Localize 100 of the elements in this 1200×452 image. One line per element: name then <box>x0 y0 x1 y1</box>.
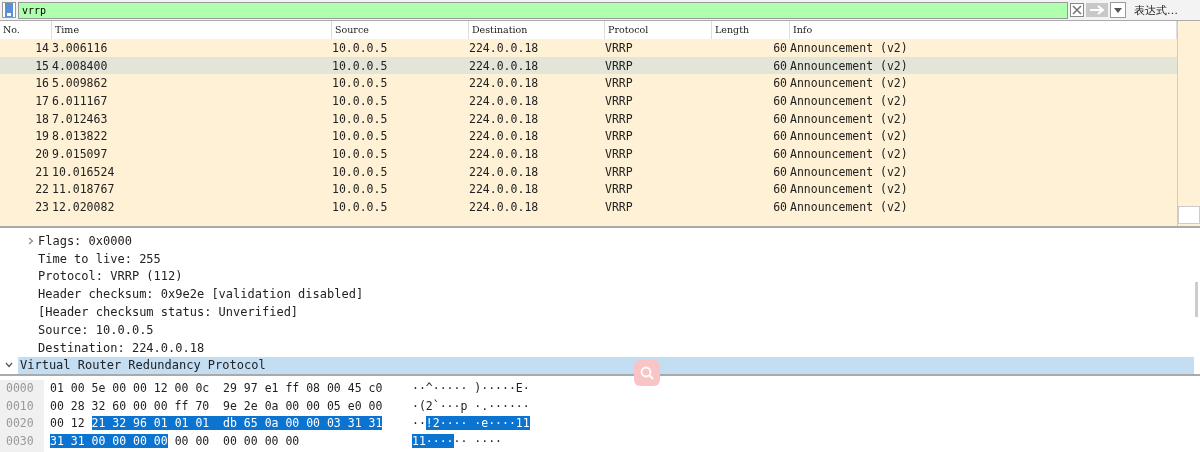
clear-icon[interactable] <box>1070 2 1084 18</box>
byte-offset: 0010 <box>6 397 35 415</box>
tree-item[interactable]: [Header checksum status: Unverified] <box>0 303 1194 321</box>
table-cell-text: 12.020082 <box>52 200 116 215</box>
table-cell-text: 10.0.0.5 <box>332 182 389 197</box>
table-cell-text: 60 <box>772 164 788 179</box>
table-cell-text: 10.0.0.5 <box>332 164 389 179</box>
table-cell-text: 10.0.0.5 <box>332 76 389 91</box>
dropdown-icon[interactable] <box>1110 2 1126 18</box>
table-cell-text: Announcement (v2) <box>790 93 909 108</box>
expression-button[interactable]: 表达式… <box>1128 1 1184 19</box>
ascii-bytes[interactable]: !2···· ·e····11 <box>425 416 530 430</box>
byte-offset: 0000 <box>6 380 35 397</box>
table-cell-text: 224.0.0.18 <box>469 129 540 144</box>
table-cell-text: 22 <box>34 182 50 197</box>
hex-bytes[interactable]: 00 12 <box>50 416 92 430</box>
table-cell-text: 23 <box>34 200 50 215</box>
table-cell-text: 18 <box>34 111 50 126</box>
table-cell-text: 10.0.0.5 <box>332 40 389 55</box>
tree-item[interactable]: Flags: 0x0000 <box>0 232 1194 250</box>
table-cell-text: 60 <box>772 58 788 73</box>
table-cell-text: Announcement (v2) <box>790 58 909 73</box>
table-cell-text: 16 <box>34 76 50 91</box>
table-cell-text: VRRP <box>605 164 634 179</box>
table-cell-text: 10.0.0.5 <box>332 129 389 144</box>
table-cell-text: 60 <box>772 129 788 144</box>
table-cell-text: VRRP <box>605 58 634 73</box>
table-cell-text: Announcement (v2) <box>790 40 909 55</box>
tree-item[interactable]: Virtual Router Redundancy Protocol <box>18 356 1194 375</box>
table-cell-text: 60 <box>772 182 788 197</box>
table-cell-text: 5.009862 <box>52 76 109 91</box>
table-cell-text: 3.006116 <box>52 40 109 55</box>
table-cell-text: 14 <box>34 40 50 55</box>
table-cell-text: 10.0.0.5 <box>332 200 389 215</box>
table-cell-text: 10.0.0.5 <box>332 111 389 126</box>
tree-item[interactable]: Source: 10.0.0.5 <box>0 321 1194 339</box>
table-cell-text: 7.012463 <box>52 111 109 126</box>
table-cell-text: 20 <box>34 146 50 161</box>
tree-item[interactable]: Destination: 224.0.0.18 <box>0 338 1194 357</box>
table-cell-text: 19 <box>34 129 50 144</box>
tree-item[interactable]: Time to live: 255 <box>0 249 1194 268</box>
table-cell-text: Announcement (v2) <box>790 111 909 126</box>
table-cell-text: 60 <box>772 146 788 161</box>
tree-item[interactable]: Protocol: VRRP (112) <box>0 267 1194 286</box>
hex-bytes[interactable]: 00 28 32 60 00 00 ff 70 9e 2e 0a 00 00 05 e0 00 <box>50 398 383 413</box>
table-cell-text: 8.013822 <box>52 129 109 144</box>
table-cell-text: Announcement (v2) <box>790 164 909 179</box>
table-cell-text: 10.0.0.5 <box>332 93 389 108</box>
table-cell-text: VRRP <box>605 200 634 215</box>
table-cell-text: 10.0.0.5 <box>332 146 389 161</box>
table-cell-text: 11.018767 <box>52 182 116 197</box>
hex-bytes[interactable]: 00 00 00 00 00 00 <box>167 433 300 448</box>
table-cell-text: 224.0.0.18 <box>469 182 540 197</box>
table-cell-text: 21 <box>34 164 50 179</box>
table-cell-text: 224.0.0.18 <box>469 58 540 73</box>
hex-bytes[interactable]: 01 00 5e 00 00 12 00 0c 29 97 e1 ff 08 00 45 c0 <box>50 381 383 395</box>
bookmark-icon[interactable] <box>2 2 16 18</box>
table-cell-text: VRRP <box>605 129 634 144</box>
table-cell-text: 224.0.0.18 <box>469 93 540 108</box>
filter-field[interactable]: vrrp <box>18 1 1068 19</box>
ascii-bytes[interactable]: ··^····· )·····E· <box>412 381 530 395</box>
table-cell-text: 60 <box>772 93 788 108</box>
ascii-bytes[interactable]: 11···· <box>412 433 454 448</box>
scrollbar-thumb[interactable] <box>1178 206 1200 224</box>
table-cell-text: 224.0.0.18 <box>469 76 540 91</box>
table-cell-text: 224.0.0.18 <box>469 40 540 55</box>
hex-bytes[interactable]: 31 31 00 00 00 00 <box>50 433 168 448</box>
table-cell-text: 17 <box>34 93 50 108</box>
table-cell-text: 6.011167 <box>52 93 109 108</box>
table-cell-text: 60 <box>772 40 788 55</box>
table-cell-text: 224.0.0.18 <box>469 111 540 126</box>
table-cell-text: Announcement (v2) <box>790 200 909 215</box>
table-cell-text: VRRP <box>605 40 634 55</box>
ascii-bytes[interactable]: ·(2`···p ·.······ <box>412 398 530 413</box>
ascii-bytes[interactable]: ·· <box>412 416 426 430</box>
table-cell-text: 10.0.0.5 <box>332 58 389 73</box>
table-cell-text: 60 <box>772 76 788 91</box>
table-cell-text: Announcement (v2) <box>790 146 909 161</box>
table-cell-text: 60 <box>772 200 788 215</box>
table-cell-text: 10.016524 <box>52 164 116 179</box>
table-cell-text: 224.0.0.18 <box>469 146 540 161</box>
tree-item[interactable]: Header checksum: 0x9e2e [validation disabled] <box>0 285 1194 304</box>
table-cell-text: VRRP <box>605 111 634 126</box>
table-cell-text: VRRP <box>605 93 634 108</box>
table-cell-text: Announcement (v2) <box>790 182 909 197</box>
hex-bytes[interactable]: 21 32 96 01 01 01 db 65 0a 00 00 03 31 31 <box>91 416 383 430</box>
table-cell-text: 224.0.0.18 <box>469 200 540 215</box>
table-cell-text: VRRP <box>605 182 634 197</box>
table-cell-text: Announcement (v2) <box>790 76 909 91</box>
table-cell-text: 60 <box>772 111 788 126</box>
table-cell-text: Announcement (v2) <box>790 129 909 144</box>
table-cell-text: 4.008400 <box>52 58 109 73</box>
table-cell-text: 9.015097 <box>52 146 109 161</box>
table-cell-text: VRRP <box>605 76 634 91</box>
table-cell-text: VRRP <box>605 146 634 161</box>
byte-offset: 0030 <box>6 432 35 450</box>
byte-offset: 0020 <box>6 415 35 432</box>
table-cell-text: 224.0.0.18 <box>469 164 540 179</box>
table-cell-text: 15 <box>34 58 50 73</box>
ascii-bytes[interactable]: ·· ···· <box>453 433 502 448</box>
